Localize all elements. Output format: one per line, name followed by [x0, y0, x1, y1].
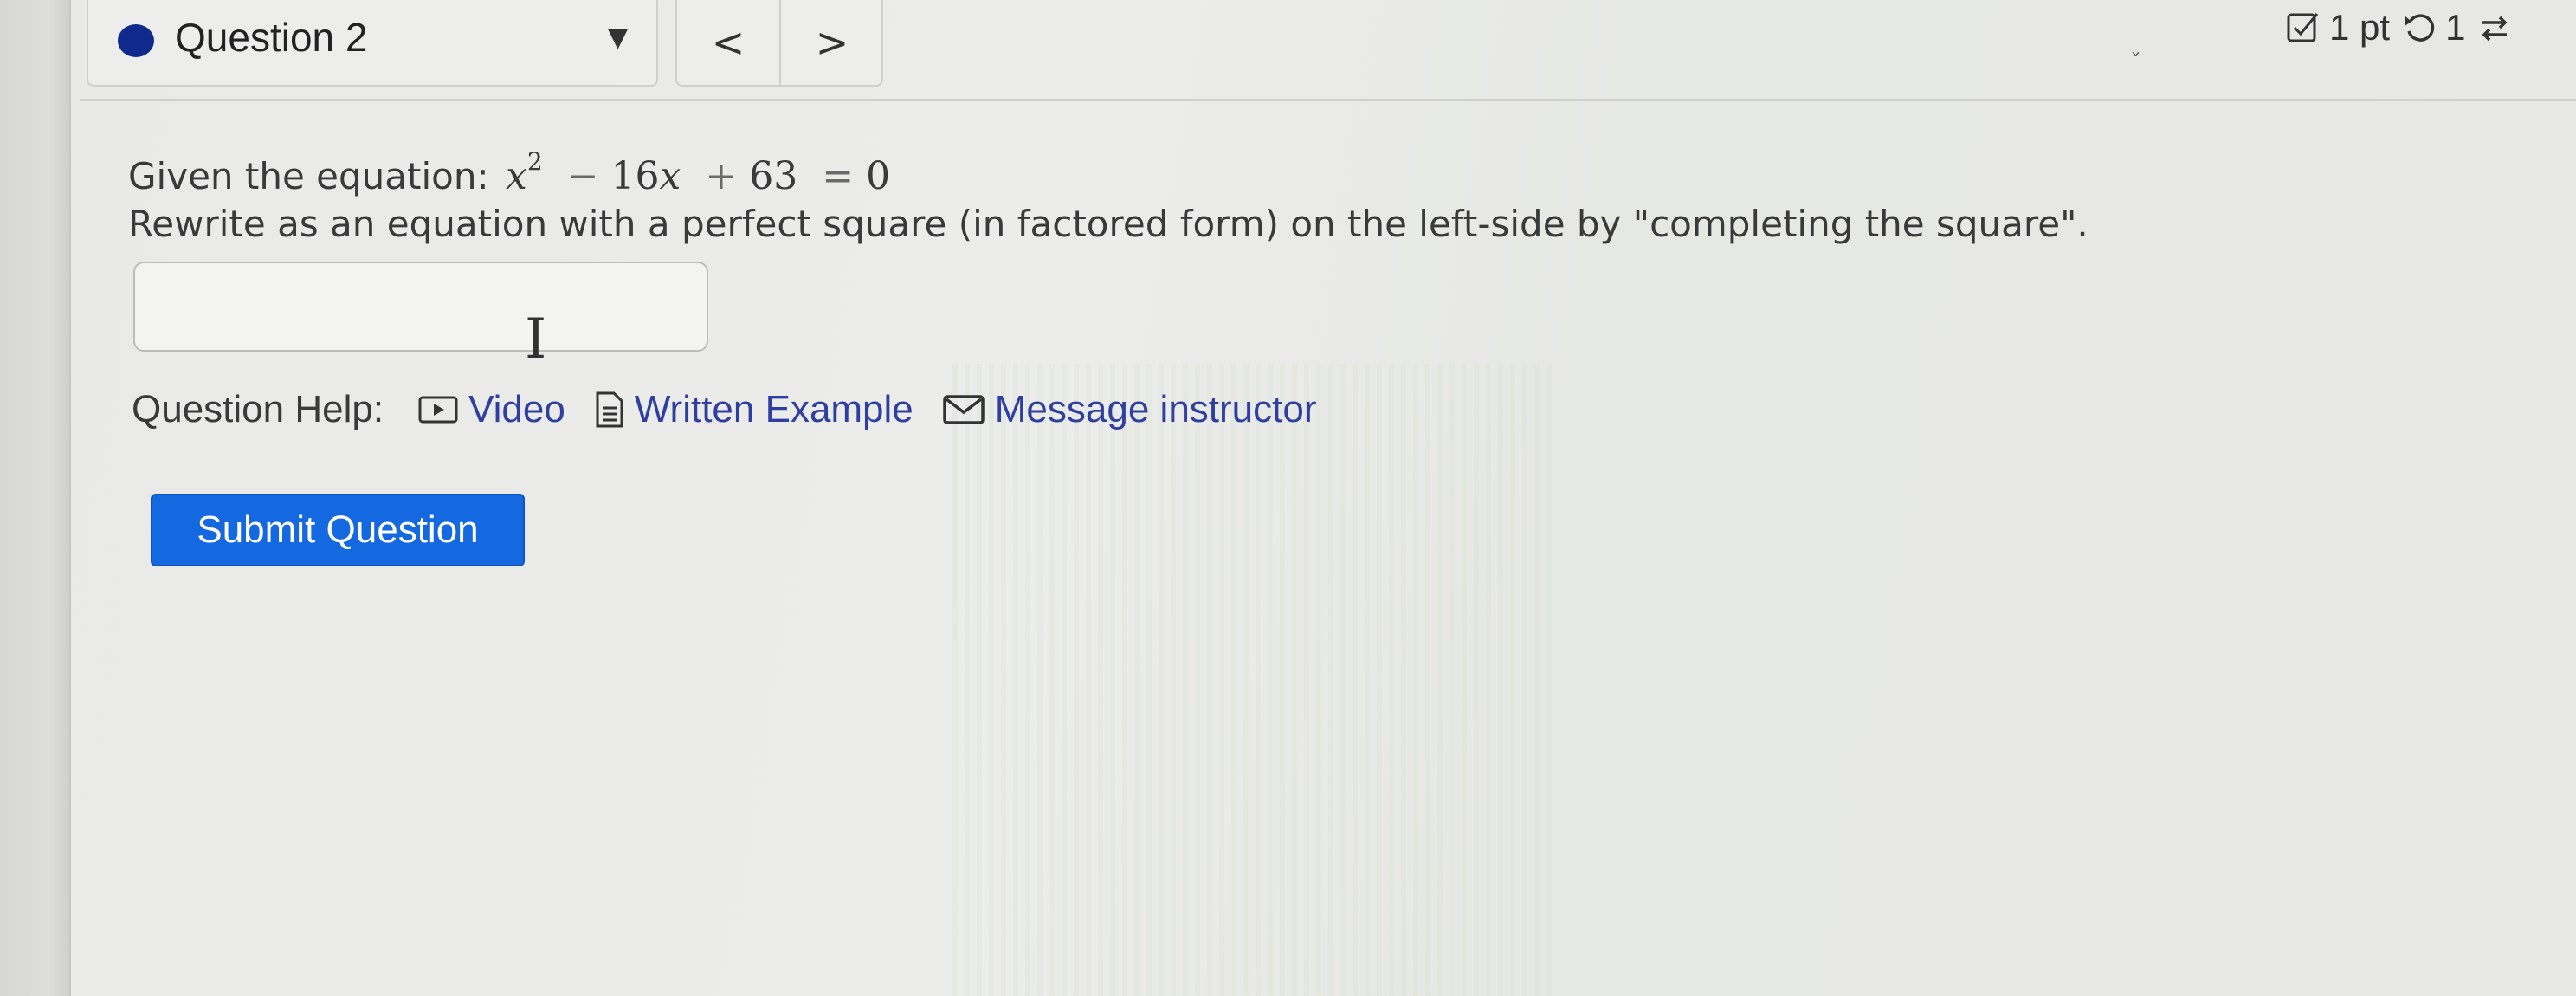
eq-constant: 63 — [749, 154, 798, 198]
envelope-icon — [943, 395, 985, 424]
eq-zero: 0 — [866, 154, 891, 198]
eq-equals: = — [822, 154, 855, 198]
message-instructor-label: Message instructor — [994, 388, 1317, 430]
eq-exponent: 2 — [526, 147, 543, 176]
retries-count: 1 — [2445, 7, 2466, 48]
refresh-arrows-icon[interactable] — [2477, 10, 2512, 45]
answer-input[interactable] — [133, 262, 708, 352]
question-label: Question 2 — [175, 15, 368, 60]
caret-down-icon: ▼ — [608, 23, 629, 53]
eq-var-x2: x — [659, 154, 681, 198]
question-help: Question Help: Video Written Example Mes… — [132, 388, 1346, 431]
written-example-link[interactable]: Written Example — [595, 388, 914, 431]
question-selector[interactable]: Question 2 ▼ — [87, 0, 658, 87]
eq-plus: + — [705, 154, 738, 198]
previous-question-button[interactable]: < — [677, 0, 781, 85]
next-question-button[interactable]: > — [781, 0, 883, 85]
video-icon — [418, 396, 458, 424]
eq-coef: 16 — [610, 154, 660, 198]
submit-question-button[interactable]: Submit Question — [151, 494, 525, 566]
video-link-label: Video — [468, 388, 565, 430]
retry-icon — [2402, 10, 2437, 45]
prompt-prefix: Given the equation: — [128, 155, 489, 197]
eq-var-x: x — [505, 154, 527, 198]
small-mark: ˇ — [2130, 50, 2141, 76]
written-example-label: Written Example — [634, 388, 914, 430]
score-info: 1 pt 1 — [2286, 7, 2512, 49]
document-icon — [596, 391, 623, 428]
checkbox-edit-icon — [2286, 10, 2321, 45]
video-link[interactable]: Video — [418, 388, 565, 431]
question-nav: < > — [675, 0, 883, 87]
header-divider — [80, 99, 2576, 101]
question-status-dot-icon — [118, 24, 154, 57]
left-gutter — [0, 0, 71, 996]
points-text: 1 pt — [2329, 7, 2391, 48]
eq-minus: − — [566, 154, 599, 198]
question-help-label: Question Help: — [132, 388, 384, 430]
question-instruction: Rewrite as an equation with a perfect sq… — [128, 203, 2089, 245]
equation: x2 −16x +63 = 0 — [505, 150, 891, 199]
message-instructor-link[interactable]: Message instructor — [943, 388, 1317, 431]
question-prompt: Given the equation: x2 −16x +63 = 0 — [128, 149, 890, 204]
